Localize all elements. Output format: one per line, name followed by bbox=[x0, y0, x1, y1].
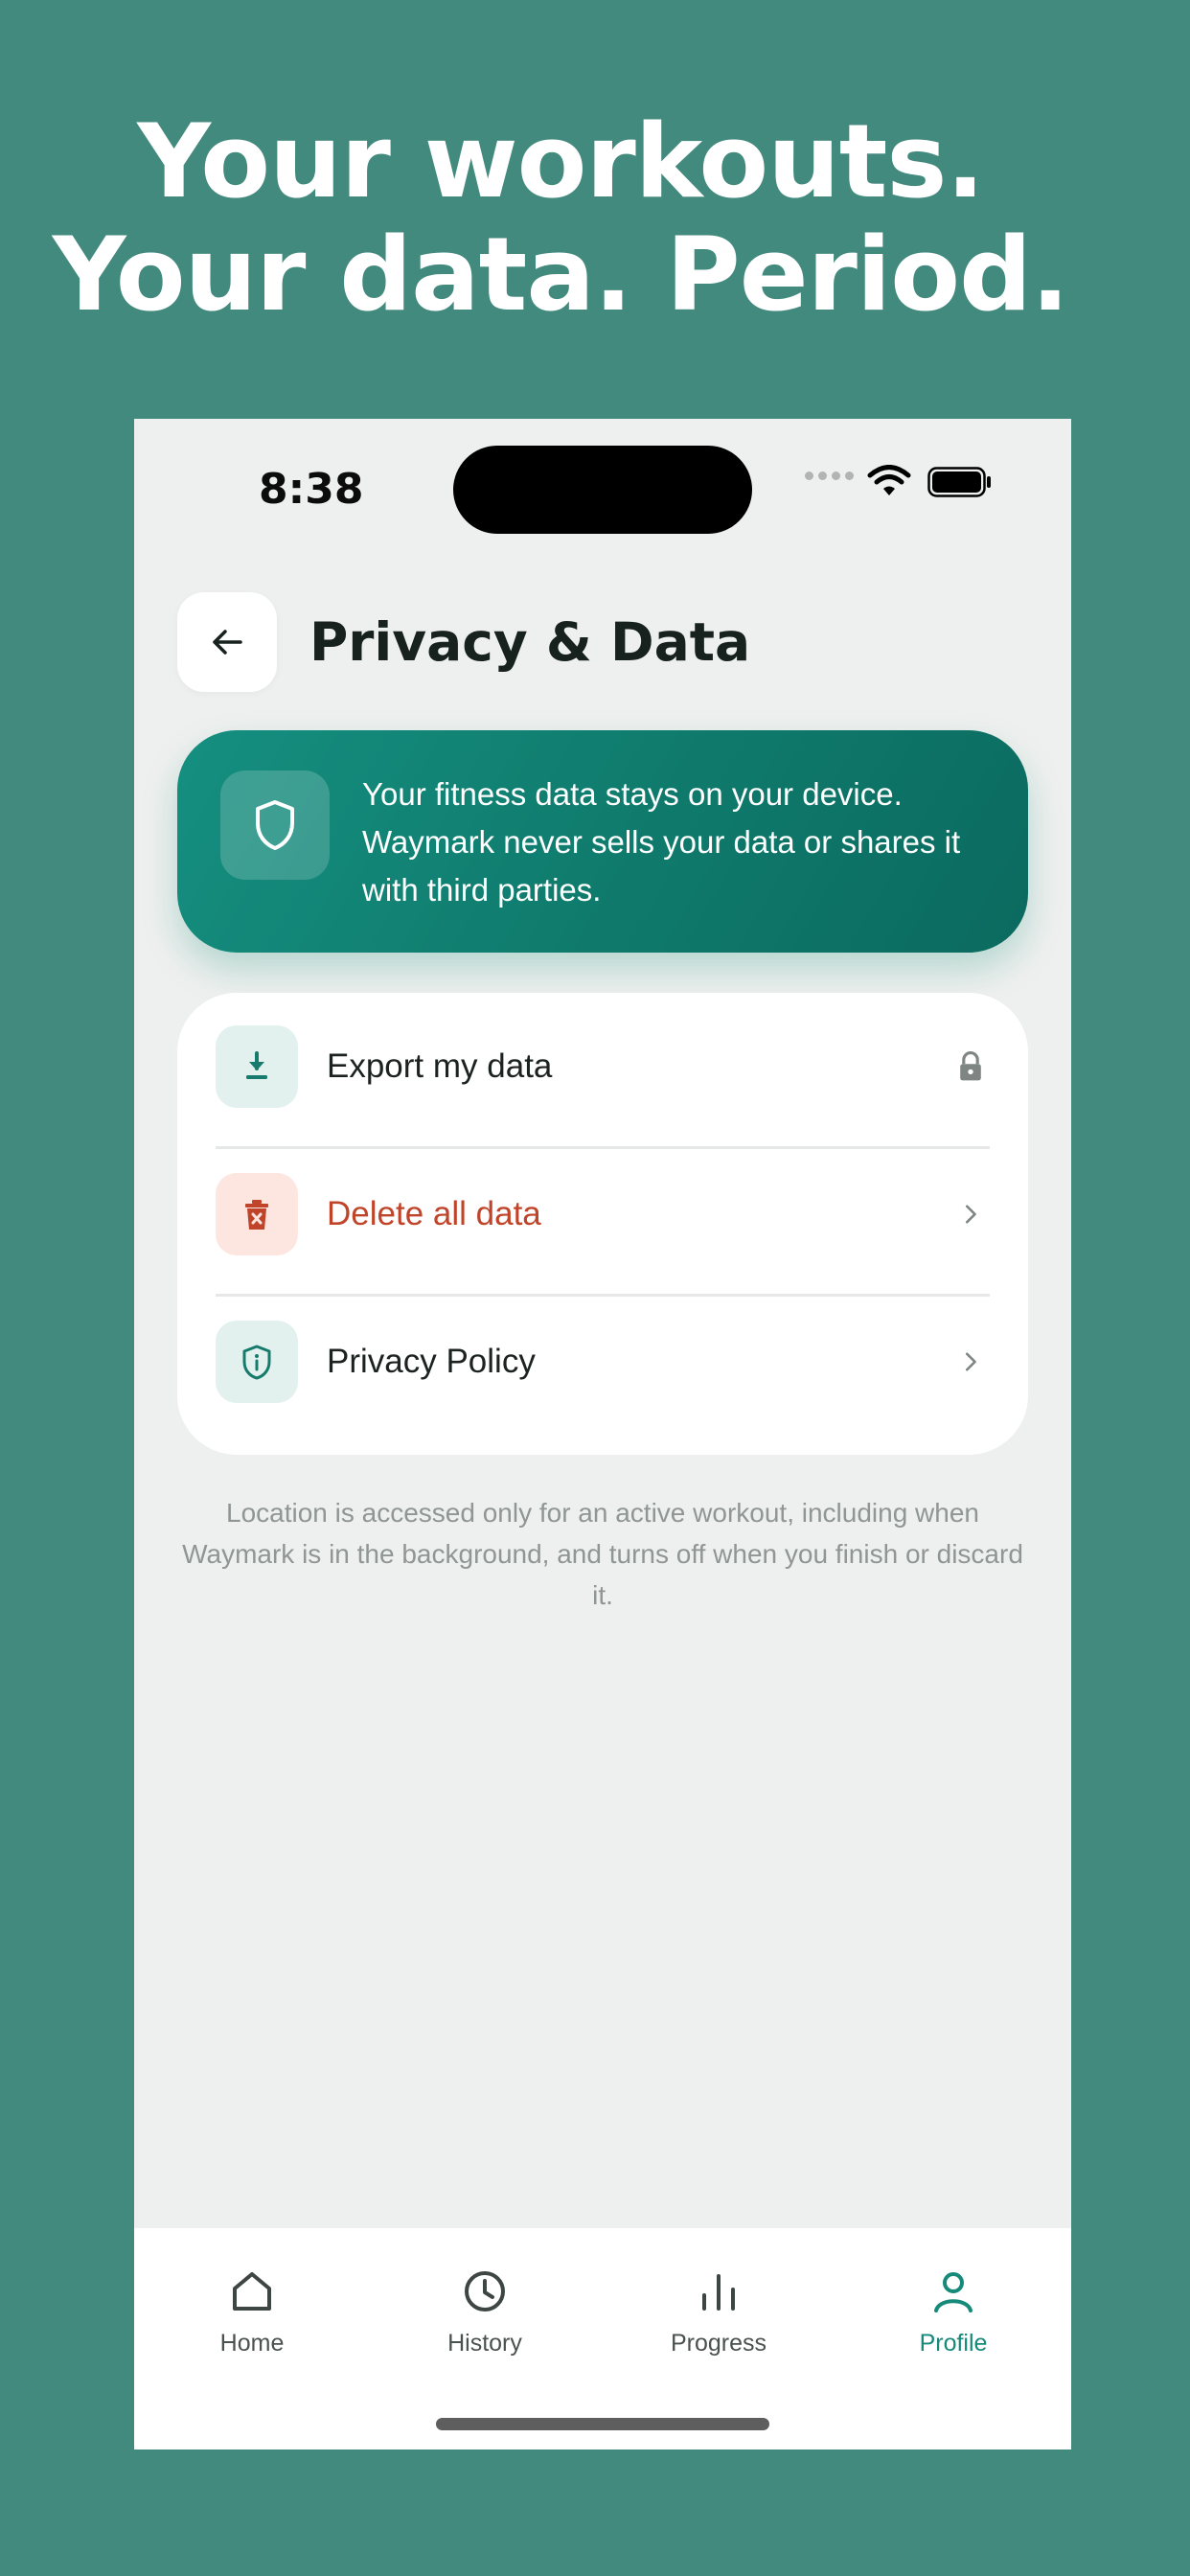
export-data-row[interactable]: Export my data bbox=[216, 993, 990, 1140]
clock-icon bbox=[465, 2271, 505, 2312]
home-indicator bbox=[436, 2418, 769, 2430]
delete-data-label: Delete all data bbox=[327, 1195, 541, 1232]
tab-profile-label: Profile bbox=[919, 2330, 988, 2357]
tab-progress-label: Progress bbox=[670, 2330, 767, 2357]
dynamic-island bbox=[453, 446, 752, 534]
tab-bar: Home History Progress Profile bbox=[134, 2228, 1071, 2450]
tab-home[interactable]: Home bbox=[156, 2266, 348, 2358]
export-data-label: Export my data bbox=[327, 1047, 553, 1085]
chevron-right-icon bbox=[951, 1195, 990, 1233]
shield-info-icon bbox=[216, 1321, 298, 1403]
cellular-signal-icon bbox=[805, 472, 854, 480]
tab-history[interactable]: History bbox=[389, 2266, 581, 2358]
settings-card: Export my data Delete all data Privacy P… bbox=[177, 993, 1028, 1455]
battery-icon bbox=[927, 467, 991, 497]
status-bar: 8:38 bbox=[134, 419, 1071, 563]
chevron-right-icon bbox=[951, 1343, 990, 1381]
status-time: 8:38 bbox=[259, 465, 364, 514]
delete-data-row[interactable]: Delete all data bbox=[216, 1140, 990, 1288]
tab-progress[interactable]: Progress bbox=[623, 2266, 814, 2358]
privacy-policy-row[interactable]: Privacy Policy bbox=[216, 1288, 990, 1436]
lock-icon bbox=[951, 1047, 990, 1086]
tab-profile[interactable]: Profile bbox=[858, 2266, 1049, 2358]
shield-icon bbox=[220, 770, 330, 880]
home-icon bbox=[233, 2272, 271, 2311]
page-header: Privacy & Data bbox=[177, 591, 750, 693]
tab-home-label: Home bbox=[219, 2330, 285, 2357]
wifi-icon bbox=[867, 465, 911, 495]
location-footnote: Location is accessed only for an active … bbox=[182, 1498, 1023, 1610]
privacy-policy-label: Privacy Policy bbox=[327, 1343, 536, 1380]
page-title: Privacy & Data bbox=[309, 611, 751, 673]
phone-screen: 8:38 Privacy & Data Your fitness data st… bbox=[134, 419, 1071, 2450]
back-button[interactable] bbox=[177, 592, 277, 692]
marketing-headline: Your workouts. Your data. Period. bbox=[52, 103, 1069, 334]
trash-icon bbox=[216, 1173, 298, 1255]
bar-chart-icon bbox=[702, 2274, 735, 2311]
banner-text: Your fitness data stays on your device. … bbox=[362, 776, 961, 908]
download-icon bbox=[216, 1025, 298, 1108]
tab-history-label: History bbox=[447, 2330, 522, 2357]
privacy-banner: Your fitness data stays on your device. … bbox=[177, 730, 1028, 953]
person-icon bbox=[934, 2272, 973, 2312]
arrow-left-icon bbox=[213, 630, 242, 655]
